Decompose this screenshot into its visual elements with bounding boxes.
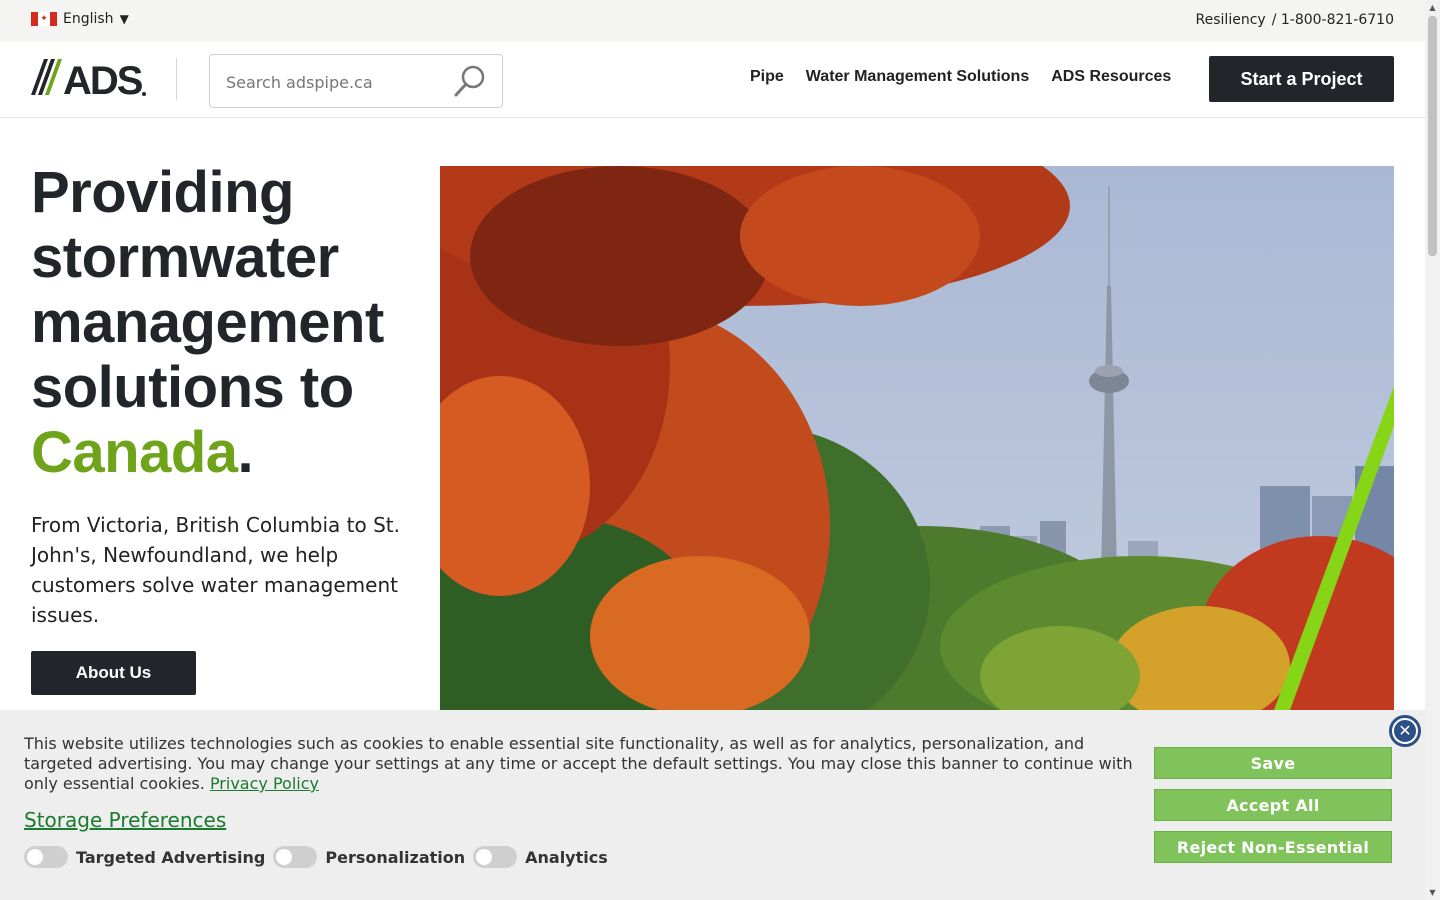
ads-logo[interactable]: ADS xyxy=(31,57,147,97)
toggle-label: Analytics xyxy=(525,847,608,867)
site-header: ADS Pipe Water Management Solutions ADS … xyxy=(0,42,1425,118)
close-banner-button[interactable]: ✕ xyxy=(1389,715,1421,747)
headline-line: management xyxy=(31,290,384,355)
hero-headline: Providing stormwater management solution… xyxy=(31,160,431,485)
hero-image-toronto-skyline xyxy=(440,166,1394,710)
main-nav: Pipe Water Management Solutions ADS Reso… xyxy=(750,68,1171,86)
cookie-banner: This website utilizes technologies such … xyxy=(0,710,1425,900)
toggle-switch[interactable] xyxy=(473,846,518,868)
hero-subtext: From Victoria, British Columbia to St. J… xyxy=(31,513,400,627)
scrollbar-thumb[interactable] xyxy=(1428,16,1437,256)
utility-links: Resiliency / 1-800-821-6710 xyxy=(1196,12,1394,28)
search-icon[interactable] xyxy=(452,63,488,99)
svg-text:ADS: ADS xyxy=(63,59,143,97)
resiliency-link[interactable]: Resiliency xyxy=(1196,12,1266,28)
caret-down-icon: ▼ xyxy=(119,12,129,26)
flag-canada-icon: ✦ xyxy=(31,12,57,26)
search-box[interactable] xyxy=(209,54,503,108)
nav-pipe[interactable]: Pipe xyxy=(750,68,784,86)
start-project-button[interactable]: Start a Project xyxy=(1209,56,1394,102)
toggle-label: Targeted Advertising xyxy=(76,847,266,867)
cookie-toggles: Targeted Advertising Personalization Ana… xyxy=(24,846,608,868)
headline-line: solutions to xyxy=(31,355,354,420)
scroll-up-icon[interactable]: ▲ xyxy=(1428,3,1437,12)
utility-bar: ✦ English ▼ Resiliency / 1-800-821-6710 xyxy=(0,0,1425,42)
storage-preferences-link[interactable]: Storage Preferences xyxy=(24,808,226,832)
language-selector[interactable]: ✦ English ▼ xyxy=(31,11,129,27)
cookie-message-text: This website utilizes technologies such … xyxy=(24,734,1133,793)
headline-line: Providing xyxy=(31,160,294,225)
toggle-switch[interactable] xyxy=(273,846,318,868)
nav-water-management[interactable]: Water Management Solutions xyxy=(806,68,1029,86)
cookie-message: This website utilizes technologies such … xyxy=(24,734,1139,794)
reject-non-essential-button[interactable]: Reject Non-Essential xyxy=(1154,831,1392,863)
search-input[interactable] xyxy=(226,69,446,95)
toggle-targeted-advertising[interactable]: Targeted Advertising xyxy=(24,846,265,868)
headline-line: stormwater xyxy=(31,225,339,290)
save-button[interactable]: Save xyxy=(1154,747,1392,779)
about-us-button[interactable]: About Us xyxy=(31,651,196,695)
logo-divider xyxy=(176,58,177,100)
scroll-down-icon[interactable]: ▼ xyxy=(1428,888,1437,897)
toggle-personalization[interactable]: Personalization xyxy=(273,846,465,868)
toggle-analytics[interactable]: Analytics xyxy=(473,846,608,868)
language-label: English xyxy=(63,11,114,27)
privacy-policy-link[interactable]: Privacy Policy xyxy=(210,774,319,793)
phone-link[interactable]: / 1-800-821-6710 xyxy=(1272,12,1394,28)
close-icon: ✕ xyxy=(1392,718,1418,744)
toggle-label: Personalization xyxy=(325,847,466,867)
headline-period: . xyxy=(237,420,254,485)
toggle-switch[interactable] xyxy=(24,846,68,868)
nav-ads-resources[interactable]: ADS Resources xyxy=(1051,68,1171,86)
accept-all-button[interactable]: Accept All xyxy=(1154,789,1392,821)
headline-accent: Canada xyxy=(31,420,238,485)
page-scrollbar[interactable]: ▲ ▼ xyxy=(1425,0,1440,900)
